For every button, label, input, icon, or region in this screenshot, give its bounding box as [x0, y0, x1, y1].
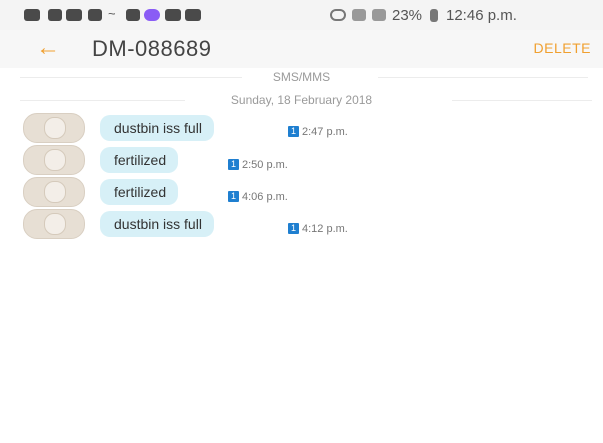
message-row[interactable]: fertilized 1 4:06 p.m.	[0, 177, 603, 207]
message-bubble[interactable]: fertilized	[100, 179, 179, 205]
message-bubble[interactable]: dustbin iss full	[100, 211, 214, 237]
sim-badge-icon: 1	[228, 159, 239, 170]
message-bubble[interactable]: dustbin iss full	[100, 115, 214, 141]
wifi-icon	[352, 9, 366, 21]
message-notification-icon	[126, 9, 140, 21]
battery-icon	[430, 9, 438, 22]
alarm-icon	[330, 9, 346, 21]
message-time: 2:50 p.m.	[242, 159, 288, 171]
signal-icon	[372, 9, 386, 21]
message-time: 2:47 p.m.	[302, 126, 348, 138]
chat2-notification-icon	[165, 9, 181, 21]
avatar[interactable]	[23, 177, 85, 207]
channel-label: SMS/MMS	[272, 70, 331, 84]
sim-badge-icon: 1	[228, 191, 239, 202]
avatar-face-icon	[44, 117, 66, 139]
status-bar: ~ 23% 12:46 p.m.	[0, 0, 603, 30]
message-row[interactable]: fertilized 1 2:50 p.m.	[0, 145, 603, 175]
message-row[interactable]: dustbin iss full 1 2:47 p.m.	[0, 113, 603, 143]
sim-badge-icon: 1	[288, 126, 299, 137]
chat3-notification-icon	[185, 9, 201, 21]
conversation-title: DM-088689	[92, 36, 212, 61]
gallery-notification-icon	[66, 9, 82, 21]
arrow-left-icon[interactable]: ←	[36, 35, 60, 61]
clock: 12:46 p.m.	[446, 7, 517, 24]
sim-badge-icon: 1	[288, 223, 299, 234]
avatar[interactable]	[23, 145, 85, 175]
avatar-face-icon	[44, 213, 66, 235]
avatar-face-icon	[44, 181, 66, 203]
wave-notification-icon: ~	[108, 6, 116, 21]
avatar-face-icon	[44, 149, 66, 171]
facebook-notification-icon	[48, 9, 62, 21]
chat-notification-icon	[24, 9, 40, 21]
avatar[interactable]	[23, 209, 85, 239]
avatar[interactable]	[23, 113, 85, 143]
battery-percent: 23%	[392, 7, 423, 24]
app-notification-icon	[88, 9, 102, 21]
message-row[interactable]: dustbin iss full 1 4:12 p.m.	[0, 209, 603, 239]
message-bubble[interactable]: fertilized	[100, 147, 179, 173]
message-time: 4:12 p.m.	[302, 223, 348, 235]
app-bar: ← DM-088689 DELETE	[0, 30, 603, 68]
message-time: 4:06 p.m.	[242, 191, 288, 203]
date-label: Sunday, 18 February 2018	[230, 93, 373, 107]
messenger-notification-icon	[144, 9, 160, 21]
delete-button[interactable]: DELETE	[534, 40, 591, 56]
